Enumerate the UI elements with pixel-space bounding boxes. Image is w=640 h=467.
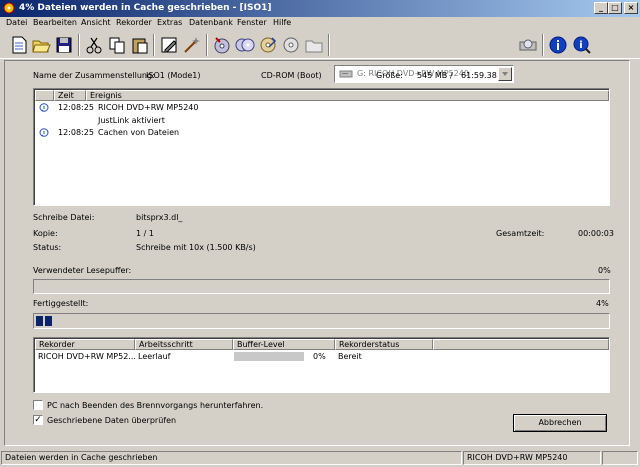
- menu-hilfe[interactable]: Hilfe: [273, 18, 291, 27]
- recorder-status-list[interactable]: Rekorder Arbeitsschritt Buffer-Level Rek…: [33, 337, 610, 393]
- column-header-event[interactable]: Ereignis: [86, 90, 609, 101]
- help-icon[interactable]: i: [571, 34, 593, 56]
- column-header-blank[interactable]: [433, 339, 609, 350]
- compilation-type-value: CD-ROM (Boot): [261, 71, 322, 80]
- maximize-button[interactable]: □: [608, 2, 622, 14]
- event-text: RICOH DVD+RW MP5240: [98, 103, 199, 112]
- shutdown-checkbox[interactable]: [33, 400, 43, 410]
- status-label: Status:: [33, 243, 62, 252]
- read-buffer-percent: 0%: [598, 266, 611, 275]
- event-time: 12:08:25: [58, 128, 94, 137]
- cd-copy-icon[interactable]: [234, 34, 256, 56]
- verify-checkbox-label[interactable]: Geschriebene Daten überprüfen: [47, 416, 176, 425]
- compilation-name-label: Name der Zusammenstellung:: [33, 71, 155, 80]
- menu-bearbeiten[interactable]: Bearbeiten: [33, 18, 77, 27]
- write-file-value: bitsprx3.dl_: [136, 213, 183, 222]
- menu-fenster[interactable]: Fenster: [237, 18, 267, 27]
- write-file-label: Schreibe Datei:: [33, 213, 95, 222]
- menu-rekorder[interactable]: Rekorder: [116, 18, 152, 27]
- close-button[interactable]: ×: [624, 2, 638, 14]
- info-icon[interactable]: [547, 34, 569, 56]
- column-header-icon[interactable]: [35, 90, 54, 101]
- total-time-value: 00:00:03: [578, 229, 614, 238]
- progress-segment: [36, 316, 43, 326]
- menu-extras[interactable]: Extras: [157, 18, 182, 27]
- svg-text:i: i: [579, 40, 582, 51]
- minimize-button[interactable]: _: [594, 2, 608, 14]
- menu-ansicht[interactable]: Ansicht: [81, 18, 111, 27]
- completed-label: Fertiggestellt:: [33, 299, 89, 308]
- info-icon: [39, 103, 49, 112]
- recorder-status-value: Bereit: [338, 352, 362, 361]
- save-icon[interactable]: [53, 34, 75, 56]
- progress-segment: [45, 316, 52, 326]
- open-icon[interactable]: [30, 34, 52, 56]
- burn-icon[interactable]: [211, 34, 233, 56]
- compilation-name-value: ISO1 (Mode1): [146, 71, 201, 80]
- cancel-button[interactable]: Abbrechen: [513, 414, 607, 432]
- copy-value: 1 / 1: [136, 229, 154, 238]
- menu-datei[interactable]: Datei: [6, 18, 27, 27]
- window-title: 4% Dateien werden in Cache geschrieben -…: [19, 3, 272, 13]
- status-message: Dateien werden in Cache geschrieben: [1, 451, 462, 465]
- column-header-buffer[interactable]: Buffer-Level: [233, 339, 335, 350]
- event-text: Cachen von Dateien: [98, 128, 180, 137]
- status-bar: Dateien werden in Cache geschrieben RICO…: [0, 450, 640, 467]
- menu-datenbank[interactable]: Datenbank: [189, 18, 233, 27]
- event-text: JustLink aktiviert: [98, 116, 165, 125]
- cut-icon[interactable]: [83, 34, 105, 56]
- recorder-step: Leerlauf: [138, 352, 171, 361]
- toolbar: G: RICOH DVD+RW MP5240 i: [0, 30, 640, 83]
- buffer-level-percent: 0%: [313, 352, 326, 361]
- total-time-label: Gesamtzeit:: [496, 229, 545, 238]
- cd-info-icon[interactable]: [257, 34, 279, 56]
- edit-icon[interactable]: [158, 34, 180, 56]
- size-time-value: 61:59.38: [461, 71, 497, 80]
- status-resize-grip[interactable]: [602, 451, 638, 465]
- status-device: RICOH DVD+RW MP5240: [463, 451, 601, 465]
- buffer-level-bar: [234, 352, 304, 361]
- info-icon: [39, 128, 49, 137]
- size-separator: /: [450, 71, 453, 80]
- folder-icon[interactable]: [303, 34, 325, 56]
- shutdown-checkbox-label[interactable]: PC nach Beenden des Brennvorgangs herunt…: [47, 401, 263, 410]
- read-buffer-label: Verwendeter Lesepuffer:: [33, 266, 132, 275]
- menu-bar: Datei Bearbeiten Ansicht Rekorder Extras…: [0, 17, 640, 30]
- burn-progress-panel: Name der Zusammenstellung: ISO1 (Mode1) …: [4, 60, 630, 446]
- read-buffer-bar: [33, 279, 610, 294]
- event-log-list[interactable]: Zeit Ereignis 12:08:25 RICOH DVD+RW MP52…: [33, 88, 610, 206]
- column-header-step[interactable]: Arbeitsschritt: [135, 339, 233, 350]
- completed-progress-bar: [33, 313, 610, 329]
- column-header-recorder-status[interactable]: Rekorderstatus: [335, 339, 433, 350]
- title-bar[interactable]: 4% Dateien werden in Cache geschrieben -…: [0, 0, 640, 17]
- copy-label: Kopie:: [33, 229, 58, 238]
- recorder-name: RICOH DVD+RW MP52...: [38, 352, 136, 361]
- wizard-icon[interactable]: [181, 34, 203, 56]
- copy-icon[interactable]: [106, 34, 128, 56]
- size-mb-value: 545 MB: [417, 71, 448, 80]
- status-value: Schreibe mit 10x (1.500 KB/s): [136, 243, 256, 252]
- paste-icon[interactable]: [129, 34, 151, 56]
- size-label: Größe:: [376, 71, 403, 80]
- new-icon[interactable]: [8, 34, 30, 56]
- column-header-recorder[interactable]: Rekorder: [35, 339, 135, 350]
- erase-icon[interactable]: [280, 34, 302, 56]
- completed-percent: 4%: [596, 299, 609, 308]
- nero-app-icon: [3, 2, 15, 14]
- column-header-time[interactable]: Zeit: [54, 90, 86, 101]
- verify-checkbox[interactable]: ✓: [33, 415, 43, 425]
- event-time: 12:08:25: [58, 103, 94, 112]
- drive-info-icon[interactable]: [517, 34, 539, 56]
